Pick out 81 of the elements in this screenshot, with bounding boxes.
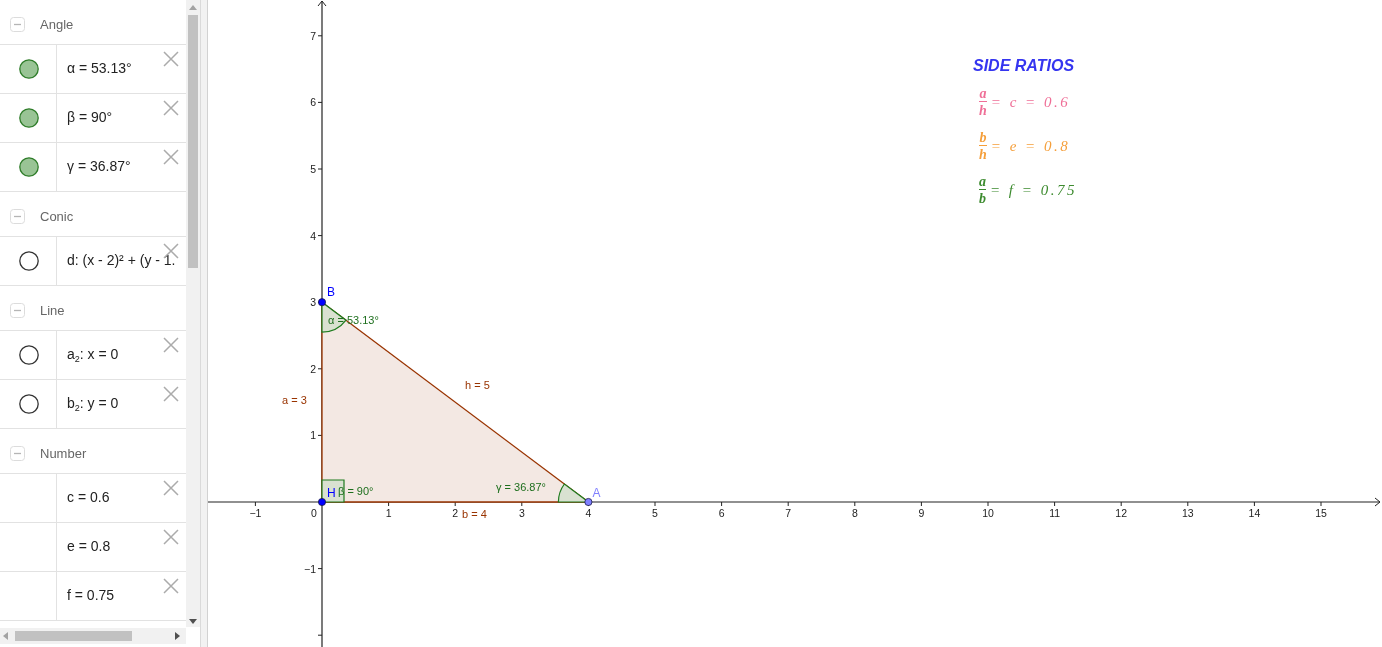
side-label: h = 5 [465,379,490,391]
point-icon[interactable] [318,298,326,307]
point-label: B [327,285,335,300]
scrollbar-thumb[interactable] [15,631,132,641]
close-icon[interactable] [163,578,179,594]
tick-label: 6 [310,96,316,109]
angle-label: γ = 36.87° [496,481,546,493]
tick-label: 2 [452,507,459,519]
fraction: a b [978,174,987,206]
expression-text: b$_{2}$: y = 0 [67,394,119,411]
tick-label: 11 [1049,507,1061,519]
collapse-icon[interactable] [10,302,25,318]
expression-text: γ = 36.87° [67,157,131,174]
tick-label: 9 [918,507,925,519]
ratio-equation: = f = 0.75 [990,181,1077,199]
tick-label: 7 [785,507,792,519]
expression-text: β = 90° [67,108,113,125]
point-icon[interactable] [584,498,593,506]
side-ratios-title: SIDE RATIOS [973,56,1076,75]
tick-label: −1 [249,507,262,519]
expression-text: d: (x - 2)² + (y - 1. [67,251,176,268]
tick-label: 1 [310,429,316,442]
fraction: b h [978,130,988,162]
tick-label: 5 [310,163,316,175]
ratio-equation: = c = 0.6 [990,93,1071,111]
side-label: a = 3 [282,394,307,406]
tick-label: 1 [385,507,392,519]
angle-label: α = 53.13° [328,314,379,326]
tick-label: 13 [1181,507,1194,519]
tick-label: 3 [310,296,316,309]
close-icon[interactable] [163,149,179,165]
close-icon[interactable] [163,529,179,545]
collapse-icon[interactable] [10,445,25,461]
group-title: Angle [40,16,74,32]
visibility-circle-icon[interactable] [18,345,39,365]
group-title: Number [40,445,87,461]
visibility-circle-icon[interactable] [18,251,39,271]
tick-label: 12 [1115,507,1128,519]
tick-label: −1 [304,562,316,575]
angle-sector[interactable] [321,301,347,333]
expression-text: e = 0.8 [67,537,111,554]
visibility-circle-icon[interactable] [18,394,39,414]
expression-text: α = 53.13° [67,59,132,76]
right-angle-mark[interactable] [321,479,345,503]
scroll-left-icon[interactable] [3,632,8,640]
tick-label: 4 [310,229,316,242]
point-label: A [592,486,601,500]
point-label: H [327,486,336,500]
collapse-icon[interactable] [10,208,25,224]
close-icon[interactable] [163,386,179,402]
ratio-equation: = e = 0.8 [990,137,1071,155]
fraction: a h [978,86,988,118]
tick-label: 15 [1315,507,1327,519]
horizontal-scrollbar[interactable] [0,628,186,644]
scrollbar-thumb[interactable] [188,15,198,268]
close-icon[interactable] [163,51,179,67]
tick-label: 5 [652,507,658,519]
tick-label: 7 [310,29,316,42]
collapse-icon[interactable] [10,16,25,32]
tick-label: 14 [1248,507,1261,519]
group-title: Conic [40,208,74,224]
group-title: Line [40,302,65,318]
tick-label: 4 [585,507,592,519]
expression-text: c = 0.6 [67,488,110,505]
expression-text: f = 0.75 [67,586,115,603]
tick-label: 8 [851,507,858,519]
close-icon[interactable] [163,100,179,116]
tick-label: 3 [518,507,525,519]
tick-label: 2 [310,362,316,375]
vertical-scrollbar[interactable] [186,0,200,627]
tick-label: 0 [311,507,317,519]
close-icon[interactable] [163,337,179,353]
scroll-up-icon[interactable] [189,5,197,10]
tick-label: 6 [718,507,725,519]
close-icon[interactable] [163,480,179,496]
point-icon[interactable] [318,498,326,506]
tick-label: 10 [982,507,994,519]
scroll-down-icon[interactable] [189,619,197,624]
scroll-right-icon[interactable] [175,632,180,640]
expression-text: a$_{2}$: x = 0 [67,345,119,362]
side-label: b = 4 [462,508,487,520]
